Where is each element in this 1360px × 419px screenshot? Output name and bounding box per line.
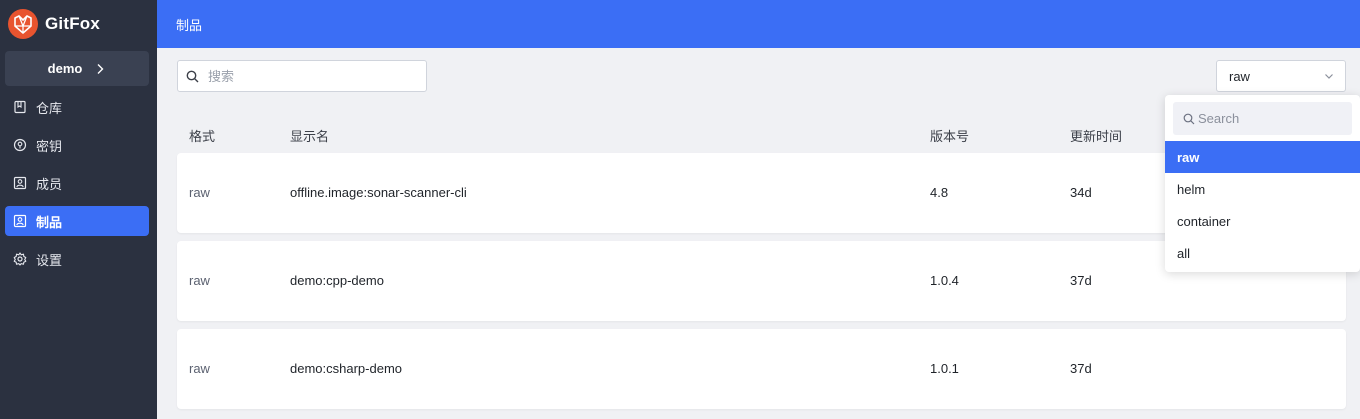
row-format: raw <box>189 273 210 288</box>
dropdown-option-container[interactable]: container <box>1165 205 1360 237</box>
fox-logo-icon <box>8 9 38 39</box>
column-header-format: 格式 <box>189 129 216 144</box>
row-updated: 37d <box>1070 361 1092 376</box>
project-switcher[interactable]: demo <box>5 51 149 86</box>
sidebar-item-label: 密钥 <box>36 138 63 154</box>
row-name[interactable]: demo:csharp-demo <box>290 361 402 376</box>
brand-logo[interactable]: GitFox <box>7 8 100 40</box>
format-select[interactable]: raw <box>1216 60 1346 92</box>
format-select-value: raw <box>1229 68 1250 84</box>
dropdown-search-field[interactable] <box>1173 102 1352 135</box>
dropdown-option-all[interactable]: all <box>1165 237 1360 269</box>
project-name: demo <box>47 61 83 76</box>
search-icon <box>1183 113 1195 124</box>
row-version: 1.0.1 <box>930 361 959 376</box>
row-updated: 34d <box>1070 185 1092 200</box>
format-dropdown-menu: raw helm container all <box>1165 95 1360 272</box>
sidebar-item-label: 成员 <box>36 176 63 192</box>
table-row[interactable]: raw demo:csharp-demo 1.0.1 37d <box>177 329 1346 409</box>
dropdown-option-helm[interactable]: helm <box>1165 173 1360 205</box>
sidebar-item-members[interactable]: 成员 <box>5 168 149 198</box>
dropdown-option-raw[interactable]: raw <box>1165 141 1360 173</box>
row-name[interactable]: demo:cpp-demo <box>290 273 384 288</box>
row-updated: 37d <box>1070 273 1092 288</box>
page-header: 制品 <box>157 0 1360 48</box>
column-header-version: 版本号 <box>930 129 970 144</box>
artifact-icon <box>13 214 27 228</box>
row-format: raw <box>189 185 210 200</box>
sidebar-item-artifacts[interactable]: 制品 <box>5 206 149 236</box>
sidebar-item-label: 设置 <box>36 252 63 268</box>
secret-icon <box>13 138 27 152</box>
repo-icon <box>14 100 26 114</box>
sidebar-item-label: 制品 <box>36 214 63 230</box>
row-version: 1.0.4 <box>930 273 959 288</box>
page-title: 制品 <box>176 18 203 33</box>
chevron-down-icon <box>1325 74 1333 79</box>
gear-icon <box>13 252 27 266</box>
sidebar-item-secrets[interactable]: 密钥 <box>5 130 149 160</box>
row-version: 4.8 <box>930 185 949 200</box>
row-name[interactable]: offline.image:sonar-scanner-cli <box>290 185 467 200</box>
sidebar-item-label: 仓库 <box>36 100 63 116</box>
dropdown-search-input[interactable] <box>1198 111 1348 126</box>
column-header-name: 显示名 <box>290 129 330 144</box>
column-header-updated: 更新时间 <box>1070 129 1123 144</box>
sidebar-item-settings[interactable]: 设置 <box>5 244 149 274</box>
sidebar-nav: 仓库 密钥 成员 制品 设置 <box>5 92 149 282</box>
brand-name: GitFox <box>45 14 101 33</box>
search-icon <box>186 70 199 82</box>
chevron-right-icon <box>97 63 104 74</box>
sidebar: GitFox demo 仓库 密钥 成员 制品 设置 <box>0 0 157 419</box>
member-icon <box>13 176 27 190</box>
row-format: raw <box>189 361 210 376</box>
sidebar-item-repo[interactable]: 仓库 <box>5 92 149 122</box>
search-input[interactable] <box>208 68 408 84</box>
search-field[interactable] <box>177 60 427 92</box>
